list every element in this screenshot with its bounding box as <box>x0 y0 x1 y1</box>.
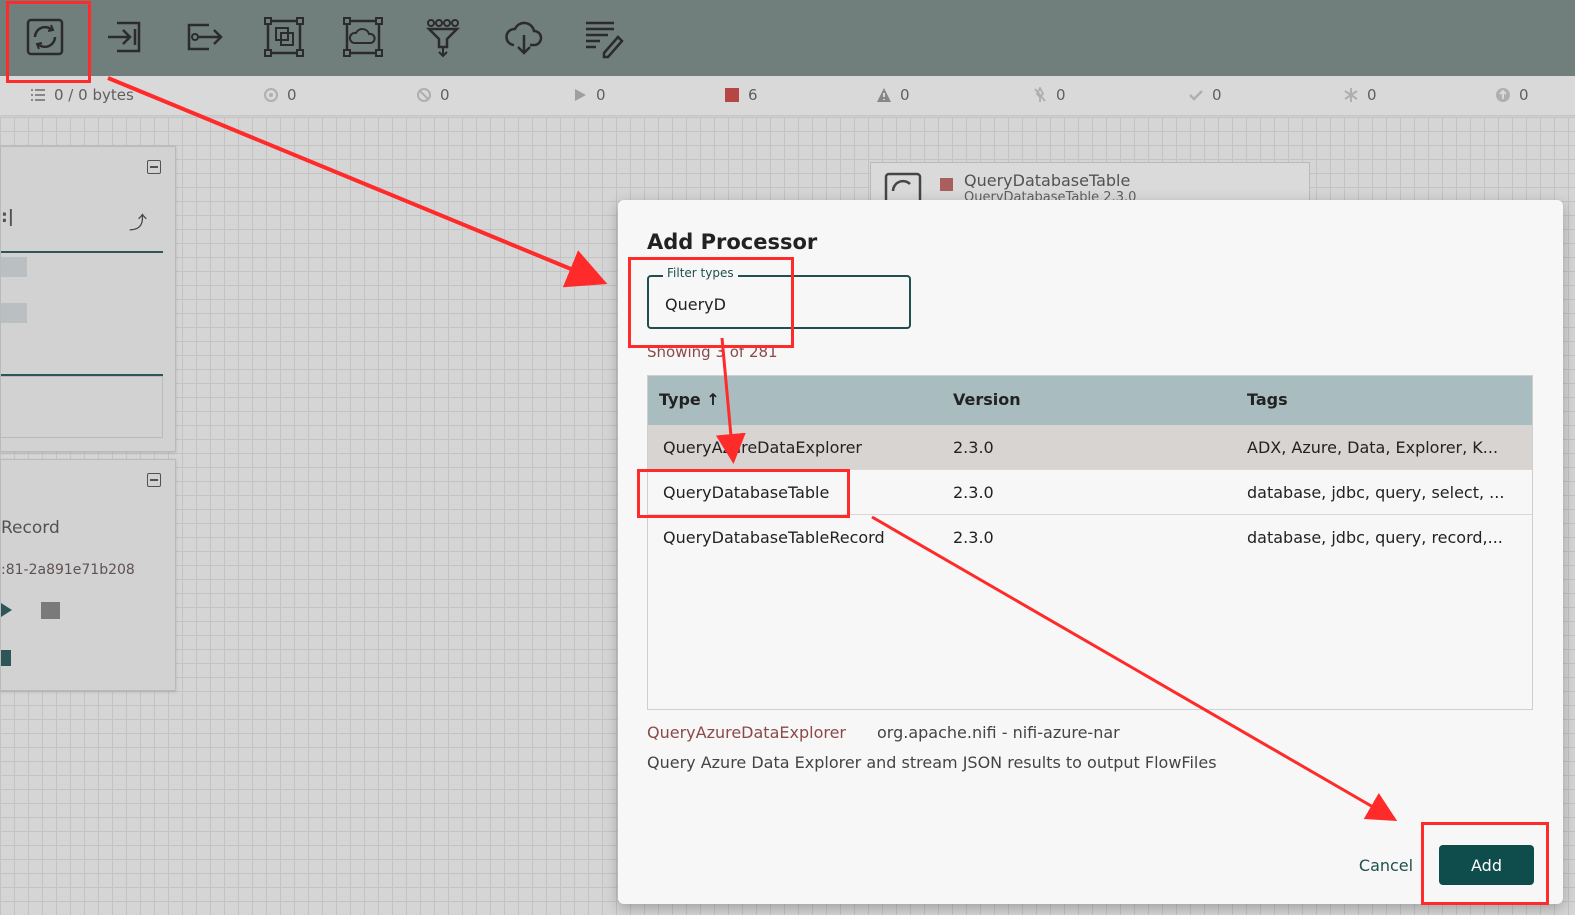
table-row[interactable]: QueryDatabaseTableRecord 2.3.0 database,… <box>648 515 1532 560</box>
cell-version: 2.3.0 <box>953 483 994 502</box>
cell-type: QueryAzureDataExplorer <box>663 438 862 457</box>
column-header-version[interactable]: Version <box>953 390 1021 409</box>
cell-type: QueryDatabaseTableRecord <box>663 528 885 547</box>
column-header-tags[interactable]: Tags <box>1247 390 1288 409</box>
dialog-title: Add Processor <box>647 230 818 254</box>
highlight-add-button <box>1421 822 1549 905</box>
column-header-type[interactable]: Type ↑ <box>659 390 720 409</box>
cell-tags: database, jdbc, query, select, ... <box>1247 483 1505 502</box>
selected-type-name: QueryAzureDataExplorer <box>647 723 846 742</box>
processor-types-table: Type ↑ Version Tags QueryAzureDataExplor… <box>647 375 1533 710</box>
selected-type-bundle: org.apache.nifi - nifi-azure-nar <box>877 723 1120 742</box>
cell-tags: ADX, Azure, Data, Explorer, K... <box>1247 438 1499 457</box>
cancel-button[interactable]: Cancel <box>1346 845 1426 885</box>
table-header: Type ↑ Version Tags <box>648 376 1532 425</box>
highlight-filter-field <box>628 257 794 348</box>
cell-version: 2.3.0 <box>953 528 994 547</box>
table-row[interactable]: QueryAzureDataExplorer 2.3.0 ADX, Azure,… <box>648 425 1532 470</box>
cell-tags: database, jdbc, query, record,... <box>1247 528 1503 547</box>
highlight-query-database-table-row <box>637 469 850 518</box>
selected-type-description: Query Azure Data Explorer and stream JSO… <box>647 753 1217 772</box>
highlight-processor-tool <box>6 1 91 83</box>
cell-version: 2.3.0 <box>953 438 994 457</box>
